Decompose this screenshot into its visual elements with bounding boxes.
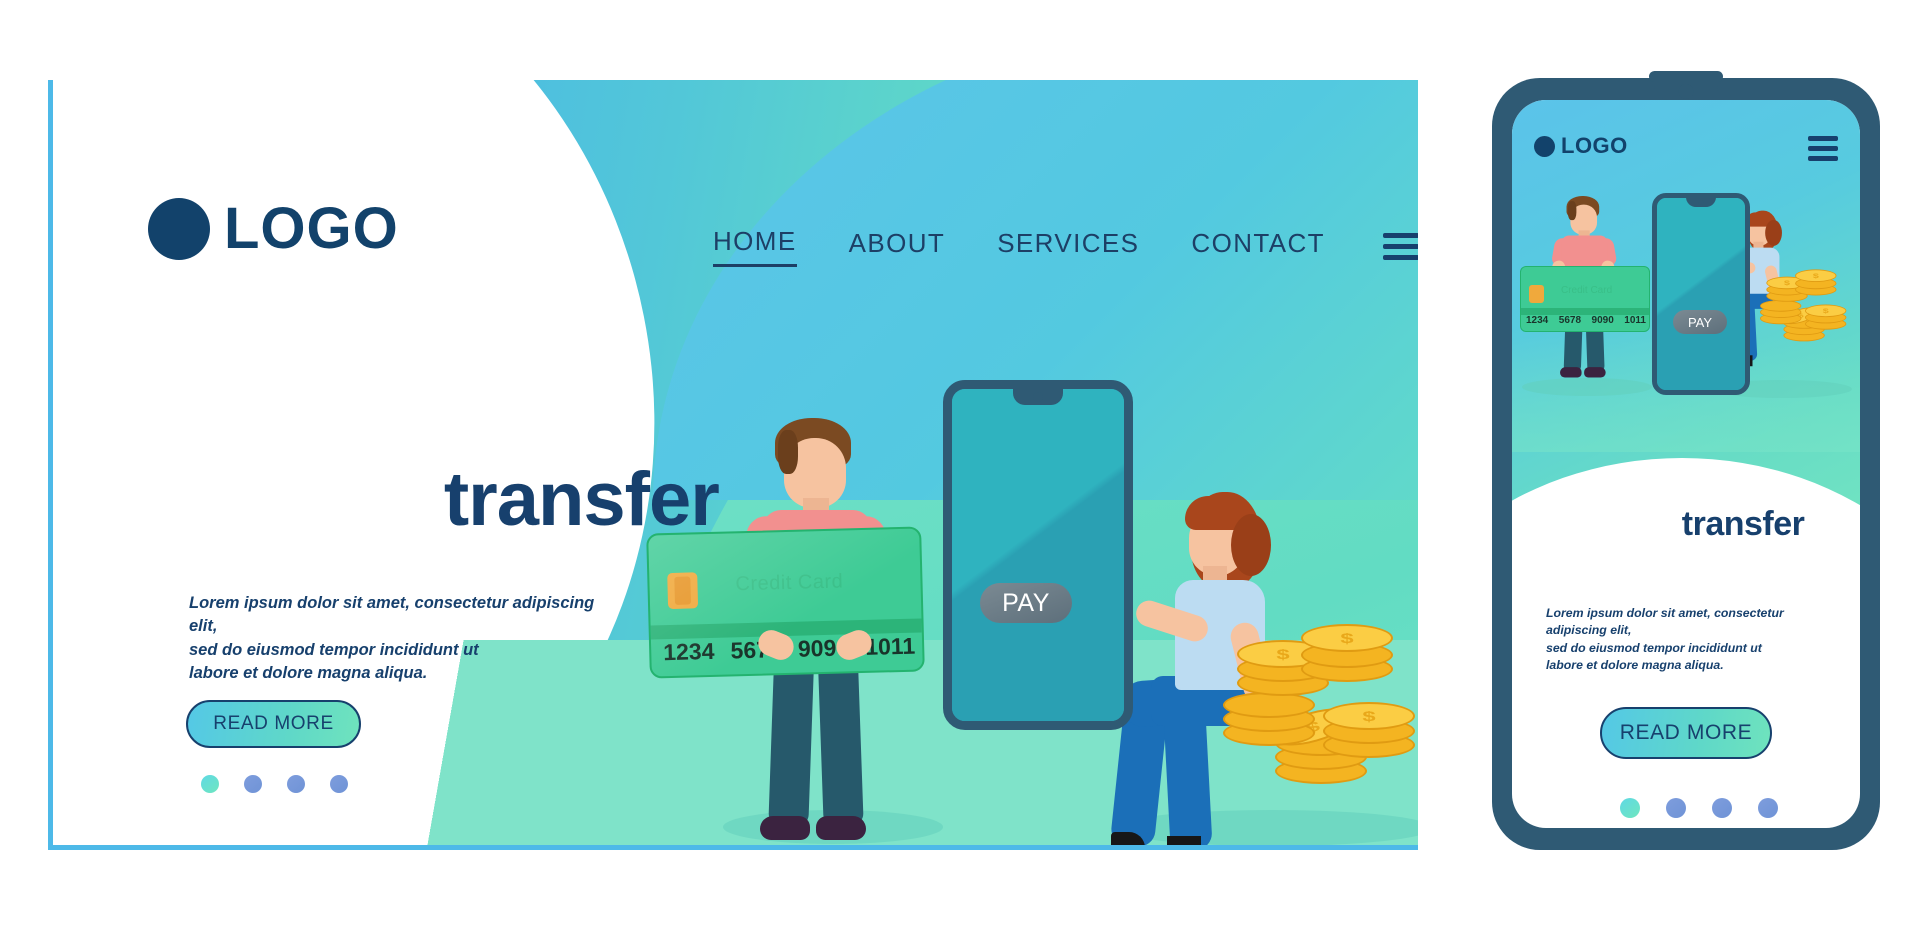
- logo-dot-icon: [148, 197, 210, 260]
- coin-stack: [1223, 612, 1418, 792]
- man-shoe-right: [816, 816, 866, 840]
- mobile-carousel-dots: [1620, 798, 1778, 818]
- desktop-landing-page: LOGO HOME ABOUT SERVICES CONTACT Money t…: [48, 80, 1418, 850]
- mobile-site-logo[interactable]: LOGO: [1534, 133, 1628, 159]
- nav-item-services[interactable]: SERVICES: [997, 228, 1139, 266]
- woman-hair-bun: [1231, 514, 1271, 576]
- mobile-page-title: Money transfer: [1512, 505, 1860, 544]
- hamburger-bar: [1808, 146, 1838, 151]
- coin: [1223, 692, 1315, 718]
- carousel-dot-3[interactable]: [287, 775, 305, 793]
- woman-shin-right: [1163, 708, 1213, 845]
- card-chip-icon: [1529, 285, 1544, 303]
- mobile-carousel-dot-1[interactable]: [1620, 798, 1640, 818]
- logo-text: LOGO: [224, 196, 399, 261]
- hamburger-icon[interactable]: [1382, 233, 1418, 260]
- hamburger-bar: [1382, 233, 1418, 238]
- mobile-pay-button[interactable]: PAY: [1673, 310, 1727, 334]
- mobile-card-brand-text: Credit Card: [1561, 285, 1613, 296]
- carousel-dot-2[interactable]: [244, 775, 262, 793]
- man-shoe-left: [760, 816, 810, 840]
- phone-illustration: PAY: [943, 380, 1133, 730]
- phone-screen: [952, 389, 1124, 721]
- phone-speaker-icon: [1017, 381, 1059, 387]
- logo-dot-icon: [1534, 135, 1555, 157]
- mobile-read-more-button[interactable]: READ MORE: [1600, 707, 1772, 759]
- mobile-paragraph-line-3: labore et dolore magna aliqua.: [1546, 658, 1724, 673]
- hero-paragraph-line-2: sed do eiusmod tempor incididunt ut: [189, 640, 479, 659]
- mobile-phone-camera-icon: [1698, 200, 1704, 205]
- card-number-group-3: 9090: [1591, 315, 1614, 326]
- coin-top: [1301, 624, 1393, 652]
- site-logo[interactable]: LOGO: [148, 195, 399, 262]
- mobile-credit-card-graphic: Credit Card 1234 5678 9090 1011: [1520, 266, 1650, 332]
- pay-button[interactable]: PAY: [980, 583, 1072, 623]
- card-number-group-1: 1234: [1526, 315, 1549, 326]
- page-title-white-word: Money: [188, 457, 425, 542]
- hero-illustration: Credit Card 1234 5678 9090 1011 PAY: [646, 380, 1418, 845]
- hamburger-bar: [1808, 156, 1838, 161]
- landing-page-mockup-canvas: LOGO HOME ABOUT SERVICES CONTACT Money t…: [0, 0, 1920, 928]
- nav-item-contact[interactable]: CONTACT: [1191, 228, 1325, 266]
- phone-camera-icon: [1033, 392, 1043, 402]
- mobile-hero-illustration: Credit Card 1234 5678 9090 1011 PAY $ $ …: [1512, 188, 1860, 458]
- mobile-carousel-dot-4[interactable]: [1758, 798, 1778, 818]
- mobile-card-stripe: [1521, 308, 1649, 315]
- mobile-card-number: 1234 5678 9090 1011: [1526, 315, 1646, 326]
- mobile-hero-paragraph: Lorem ipsum dolor sit amet, consectetur …: [1546, 605, 1836, 675]
- page-title: Money transfer: [188, 456, 720, 543]
- page-title-dark-word: transfer: [443, 457, 720, 542]
- nav-item-home[interactable]: HOME: [713, 226, 797, 267]
- carousel-dot-4[interactable]: [330, 775, 348, 793]
- mobile-paragraph-line-1: Lorem ipsum dolor sit amet, consectetur …: [1546, 606, 1784, 638]
- main-navigation: HOME ABOUT SERVICES CONTACT: [713, 226, 1418, 267]
- hero-paragraph-line-1: Lorem ipsum dolor sit amet, consectetur …: [189, 594, 595, 636]
- mobile-phone-speaker-icon: [1689, 194, 1713, 197]
- mobile-carousel-dot-3[interactable]: [1712, 798, 1732, 818]
- mobile-logo-text: LOGO: [1561, 133, 1628, 158]
- mobile-device-speaker-icon: [1649, 71, 1723, 82]
- mobile-carousel-dot-2[interactable]: [1666, 798, 1686, 818]
- hero-paragraph: Lorem ipsum dolor sit amet, consectetur …: [189, 592, 609, 686]
- hamburger-bar: [1808, 136, 1838, 141]
- mobile-phone-screen: [1657, 198, 1745, 390]
- man-hair-fringe: [778, 430, 798, 474]
- mobile-device-camera-icon: [1678, 84, 1694, 99]
- nav-item-about[interactable]: ABOUT: [849, 228, 946, 266]
- hamburger-bar: [1382, 255, 1418, 260]
- mobile-paragraph-line-2: sed do eiusmod tempor incididunt ut: [1546, 640, 1762, 655]
- hero-paragraph-line-3: labore et dolore magna aliqua.: [189, 664, 428, 683]
- hamburger-bar: [1382, 244, 1418, 249]
- carousel-dot-1[interactable]: [201, 775, 219, 793]
- card-number-group-2: 5678: [1558, 315, 1582, 326]
- coin-top: [1323, 702, 1415, 730]
- card-number-group-4: 1011: [1624, 315, 1646, 326]
- woman-shoe-right: [1167, 836, 1201, 845]
- mobile-title-dark-word: transfer: [1681, 505, 1805, 543]
- read-more-button[interactable]: READ MORE: [186, 700, 361, 748]
- mobile-phone-illustration: PAY: [1652, 193, 1750, 395]
- mobile-screen: LOGO Credit Card 1234 5678 9090 1011 PAY…: [1512, 100, 1860, 828]
- mobile-device-mockup: LOGO Credit Card 1234 5678 9090 1011 PAY…: [1492, 71, 1880, 850]
- mobile-hamburger-icon[interactable]: [1808, 136, 1838, 161]
- carousel-dots: [201, 775, 348, 793]
- mobile-coin-stack: [1760, 264, 1850, 345]
- mobile-title-white-word: Money: [1567, 505, 1674, 543]
